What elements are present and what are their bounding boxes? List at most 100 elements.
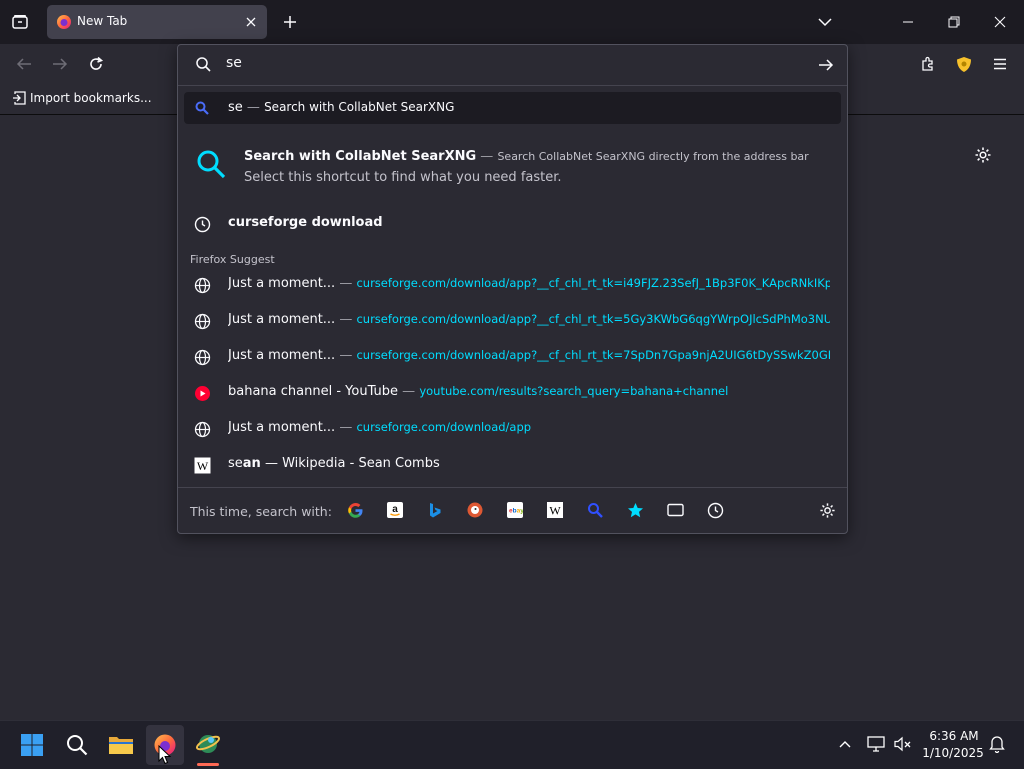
puzzle-icon xyxy=(922,56,933,71)
app-taskbar-button[interactable] xyxy=(193,729,223,759)
result-title: Just a moment... xyxy=(228,348,336,363)
result-row[interactable]: Just a moment... — curseforge.com/downlo… xyxy=(178,303,847,339)
hamburger-menu-icon xyxy=(994,58,1006,70)
searxng-icon xyxy=(195,101,209,115)
history-suggestion-row[interactable]: curseforge download xyxy=(178,206,847,242)
clock-time[interactable]: 6:36 AM xyxy=(924,729,984,743)
newtab-settings-button[interactable] xyxy=(972,144,994,166)
windows-taskbar: 6:36 AM 1/10/2025 xyxy=(0,720,1024,769)
svg-text:W: W xyxy=(197,459,209,473)
mouse-cursor-icon xyxy=(158,745,171,765)
result-row[interactable]: W sean — Wikipedia - Sean Combs xyxy=(178,447,847,483)
tip-subtitle: Search CollabNet SearXNG directly from t… xyxy=(497,150,809,163)
result-title: Just a moment... xyxy=(228,312,336,327)
volume-muted-button[interactable] xyxy=(893,734,913,754)
result-title: Just a moment... xyxy=(228,420,336,435)
result-dash: — xyxy=(339,312,353,327)
globe-icon xyxy=(194,277,212,295)
bell-icon xyxy=(989,736,1005,753)
tabs-icon[interactable] xyxy=(666,501,684,519)
list-all-tabs-button[interactable] xyxy=(815,12,835,32)
svg-text:a: a xyxy=(392,504,398,515)
tab-close-button[interactable] xyxy=(244,15,258,29)
firefox-view-icon xyxy=(12,15,28,29)
oneoff-label: This time, search with: xyxy=(190,504,332,519)
minimize-icon xyxy=(903,21,913,23)
reload-icon xyxy=(90,56,104,70)
result-row[interactable]: bahana channel - YouTube — youtube.com/r… xyxy=(178,375,847,411)
network-icon xyxy=(867,736,885,752)
heuristic-typed-text: se xyxy=(228,100,243,115)
svg-text:ebay: ebay xyxy=(509,508,523,515)
file-explorer-button[interactable] xyxy=(107,732,135,758)
app-menu-button[interactable] xyxy=(990,54,1010,74)
import-icon xyxy=(13,91,26,105)
result-row[interactable]: Just a moment... — curseforge.com/downlo… xyxy=(178,339,847,375)
result-row[interactable]: Just a moment... — curseforge.com/downlo… xyxy=(178,267,847,303)
bing-icon[interactable] xyxy=(426,501,444,519)
chevron-up-icon xyxy=(839,741,851,748)
one-off-search-buttons: This time, search with: a ebay W xyxy=(178,487,847,534)
bookmarks-star-icon[interactable] xyxy=(626,501,644,519)
start-button[interactable] xyxy=(19,732,45,758)
wikipedia-icon[interactable]: W xyxy=(546,501,564,519)
wikipedia-icon: W xyxy=(194,457,212,475)
result-title-prefix: se xyxy=(228,456,243,471)
import-bookmarks-button[interactable]: Import bookmarks... xyxy=(12,91,152,105)
heuristic-search-row[interactable]: se — Search with CollabNet SearXNG xyxy=(184,92,841,124)
clock-date[interactable]: 1/10/2025 xyxy=(920,746,986,760)
tab-title: New Tab xyxy=(77,14,128,28)
history-suggestion-text: curseforge download xyxy=(228,215,383,230)
close-icon xyxy=(246,17,256,27)
google-icon[interactable] xyxy=(346,501,364,519)
result-url: youtube.com/results?search_query=bahana+… xyxy=(419,384,729,398)
result-dash: — xyxy=(339,276,353,291)
notifications-button[interactable] xyxy=(987,734,1007,754)
reload-button[interactable] xyxy=(86,54,106,74)
tip-title: Search with CollabNet SearXNG xyxy=(244,149,477,164)
history-icon[interactable] xyxy=(706,501,724,519)
urlbar-popup: se se — Search with CollabNet SearXNG Se… xyxy=(177,44,848,534)
show-hidden-icons-button[interactable] xyxy=(836,735,854,753)
result-url: curseforge.com/download/app xyxy=(356,420,532,434)
firefox-view-button[interactable] xyxy=(10,12,30,32)
history-clock-icon xyxy=(194,216,212,234)
search-settings-gear-icon[interactable] xyxy=(818,501,836,519)
heuristic-dash: — xyxy=(246,100,260,115)
duckduckgo-icon[interactable] xyxy=(466,501,484,519)
new-tab-button[interactable] xyxy=(280,12,300,32)
extensions-button[interactable] xyxy=(918,54,938,74)
result-dash: — xyxy=(402,384,416,399)
ebay-icon[interactable]: ebay xyxy=(506,501,524,519)
search-icon xyxy=(67,735,88,756)
result-title: bahana channel - YouTube xyxy=(228,384,399,399)
restore-icon xyxy=(948,16,960,28)
go-button[interactable] xyxy=(816,55,836,75)
globe-icon xyxy=(194,421,212,439)
result-dash: — xyxy=(339,348,353,363)
tab-strip: New Tab xyxy=(0,0,1024,44)
search-icon xyxy=(196,149,228,181)
amazon-icon[interactable]: a xyxy=(386,501,404,519)
window-close-button[interactable] xyxy=(990,12,1010,32)
restore-button[interactable] xyxy=(944,12,964,32)
tip-dash: — xyxy=(480,149,494,164)
network-status-button[interactable] xyxy=(866,734,886,754)
result-url: curseforge.com/download/app?__cf_chl_rt_… xyxy=(356,276,830,290)
searxng-icon[interactable] xyxy=(586,501,604,519)
back-button[interactable] xyxy=(14,54,34,74)
firefox-suggest-header: Firefox Suggest xyxy=(190,253,275,266)
plus-icon xyxy=(284,16,296,28)
import-bookmarks-label: Import bookmarks... xyxy=(30,91,152,105)
taskbar-search-button[interactable] xyxy=(64,732,90,758)
ublock-extension-button[interactable] xyxy=(954,54,974,74)
result-row[interactable]: Just a moment... — curseforge.com/downlo… xyxy=(178,411,847,447)
close-icon xyxy=(994,16,1006,28)
folder-icon xyxy=(109,737,133,754)
forward-button[interactable] xyxy=(50,54,70,74)
minimize-button[interactable] xyxy=(898,12,918,32)
address-bar-input[interactable]: se xyxy=(226,55,786,75)
search-shortcut-tip[interactable]: Search with CollabNet SearXNG — Search C… xyxy=(178,137,847,193)
tab-new-tab[interactable]: New Tab xyxy=(47,5,267,39)
search-icon xyxy=(195,56,212,73)
